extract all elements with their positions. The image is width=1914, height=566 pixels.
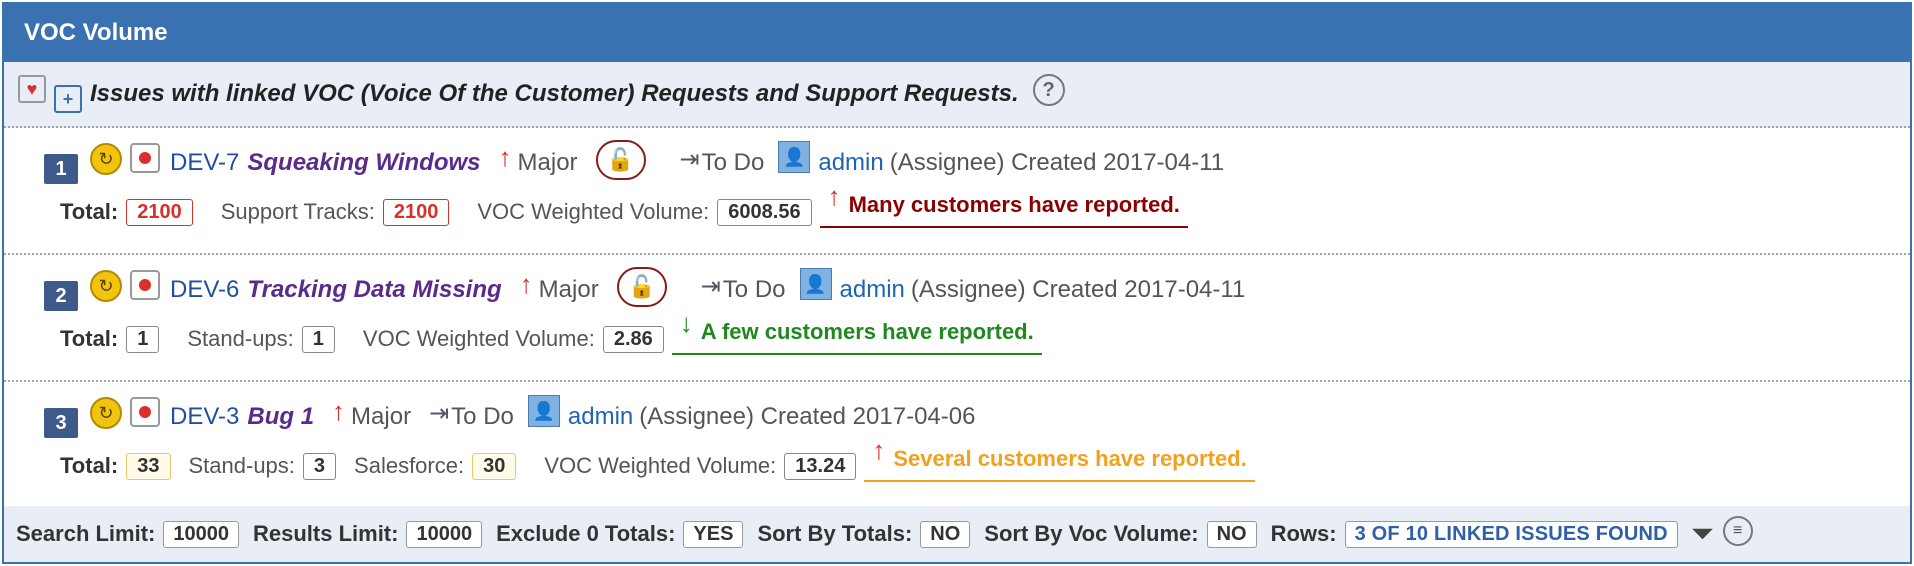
metric-label: Total: [60, 326, 119, 351]
arrow-up-icon: ↑ [872, 434, 886, 465]
metric-value: 2100 [382, 198, 450, 226]
issue-row: 1 ↻ DEV-7 Squeaking Windows ↑ Major 🔓 ⇥ … [4, 128, 1910, 255]
unlock-icon[interactable]: 🔓 [595, 140, 646, 180]
arrow-down-icon: ↓ [679, 307, 693, 338]
subtitle-bar: ♥ + Issues with linked VOC (Voice Of the… [4, 62, 1910, 128]
search-limit-label: Search Limit: [16, 521, 156, 546]
refresh-icon[interactable]: ↻ [90, 397, 122, 429]
volume-message: ↑ Many customers have reported. [819, 181, 1188, 228]
metric-value: 6008.56 [717, 198, 812, 226]
status-transition-icon: ⇥ [679, 145, 700, 173]
issue-key-link[interactable]: DEV-6 [170, 276, 239, 304]
metric-value: 33 [126, 452, 171, 480]
issue-key-link[interactable]: DEV-7 [170, 149, 239, 177]
status-label: To Do [722, 276, 786, 303]
refresh-icon[interactable]: ↻ [90, 270, 122, 302]
sort-voc-toggle[interactable]: NO [1206, 520, 1257, 548]
rank-badge: 1 [44, 154, 78, 184]
panel-title: VOC Volume [24, 19, 168, 46]
rows-label: Rows: [1270, 521, 1337, 546]
priority-label: Major [538, 276, 599, 303]
avatar: 👤 [778, 141, 811, 173]
metric-value: 2100 [126, 198, 193, 226]
issue-summary-link[interactable]: Squeaking Windows [247, 149, 480, 177]
priority-up-arrow-icon: ↑ [332, 395, 346, 426]
bug-type-icon [130, 143, 160, 173]
list-icon[interactable]: ≡ [1722, 516, 1753, 546]
status-label: To Do [701, 149, 765, 176]
panel-header: VOC Volume [4, 4, 1910, 62]
sort-voc-label: Sort By Voc Volume: [984, 521, 1199, 546]
metric-label: VOC Weighted Volume: [544, 453, 777, 478]
footer-toolbar: Search Limit: 10000 Results Limit: 10000… [4, 506, 1910, 562]
metric-value: 30 [472, 452, 517, 480]
priority-label: Major [351, 403, 412, 430]
issue-key-link[interactable]: DEV-3 [170, 403, 239, 431]
bug-type-icon [130, 397, 160, 427]
metric-value: 1 [126, 325, 160, 353]
exclude-zero-label: Exclude 0 Totals: [496, 521, 676, 546]
rank-badge: 3 [44, 408, 78, 438]
assignee-created-text: (Assignee) Created 2017-04-11 [889, 149, 1225, 176]
issue-row: 2 ↻ DEV-6 Tracking Data Missing ↑ Major … [4, 255, 1910, 382]
unlock-icon[interactable]: 🔓 [616, 267, 667, 307]
metric-label: Stand-ups: [187, 326, 294, 351]
metric-label: Stand-ups: [188, 453, 295, 478]
exclude-zero-toggle[interactable]: YES [683, 520, 744, 548]
avatar: 👤 [799, 268, 832, 300]
assignee-created-text: (Assignee) Created 2017-04-11 [910, 276, 1246, 303]
help-icon[interactable]: ? [1032, 74, 1065, 106]
avatar: 👤 [527, 395, 560, 427]
search-limit-value[interactable]: 10000 [163, 520, 239, 548]
metric-value: 1 [301, 325, 335, 353]
sort-totals-label: Sort By Totals: [757, 521, 913, 546]
priority-up-arrow-icon: ↑ [498, 141, 512, 172]
assignee-created-text: (Assignee) Created 2017-04-06 [639, 403, 976, 430]
arrow-up-icon: ↑ [827, 180, 841, 211]
sort-totals-toggle[interactable]: NO [920, 520, 971, 548]
refresh-icon[interactable]: ↻ [90, 143, 122, 175]
priority-label: Major [517, 149, 578, 176]
assignee-link[interactable]: admin [568, 403, 633, 431]
issue-row: 3 ↻ DEV-3 Bug 1 ↑ Major ⇥ To Do 👤 admin … [4, 382, 1910, 507]
results-limit-value[interactable]: 10000 [406, 520, 483, 548]
add-icon[interactable]: + [54, 85, 82, 113]
issue-summary-link[interactable]: Tracking Data Missing [247, 276, 501, 304]
metric-label: Salesforce: [354, 453, 465, 478]
assignee-link[interactable]: admin [818, 149, 883, 177]
metric-value: 3 [302, 452, 337, 480]
subtitle-text: Issues with linked VOC (Voice Of the Cus… [90, 80, 1019, 107]
status-label: To Do [451, 403, 514, 430]
volume-message: ↓ A few customers have reported. [671, 308, 1042, 355]
status-transition-icon: ⇥ [700, 272, 721, 300]
volume-message: ↑ Several customers have reported. [864, 435, 1255, 482]
voc-volume-panel: VOC Volume ♥ + Issues with linked VOC (V… [2, 2, 1912, 564]
status-transition-icon: ⇥ [429, 399, 450, 427]
metric-label: VOC Weighted Volume: [362, 326, 595, 351]
metric-label: Total: [60, 199, 119, 224]
metric-label: VOC Weighted Volume: [477, 199, 710, 224]
bug-type-icon [130, 270, 160, 300]
rank-badge: 2 [44, 281, 78, 311]
issue-summary-link[interactable]: Bug 1 [247, 403, 314, 431]
metric-label: Support Tracks: [220, 199, 375, 224]
metric-value: 2.86 [602, 325, 664, 353]
assignee-link[interactable]: admin [840, 276, 905, 304]
heart-icon[interactable]: ♥ [18, 75, 46, 103]
results-limit-label: Results Limit: [253, 521, 399, 546]
metric-value: 13.24 [784, 452, 857, 480]
filter-icon[interactable]: ⏷ [1692, 518, 1713, 550]
priority-up-arrow-icon: ↑ [519, 268, 533, 299]
metric-label: Total: [60, 453, 119, 478]
rows-count[interactable]: 3 OF 10 LINKED ISSUES FOUND [1344, 520, 1678, 548]
